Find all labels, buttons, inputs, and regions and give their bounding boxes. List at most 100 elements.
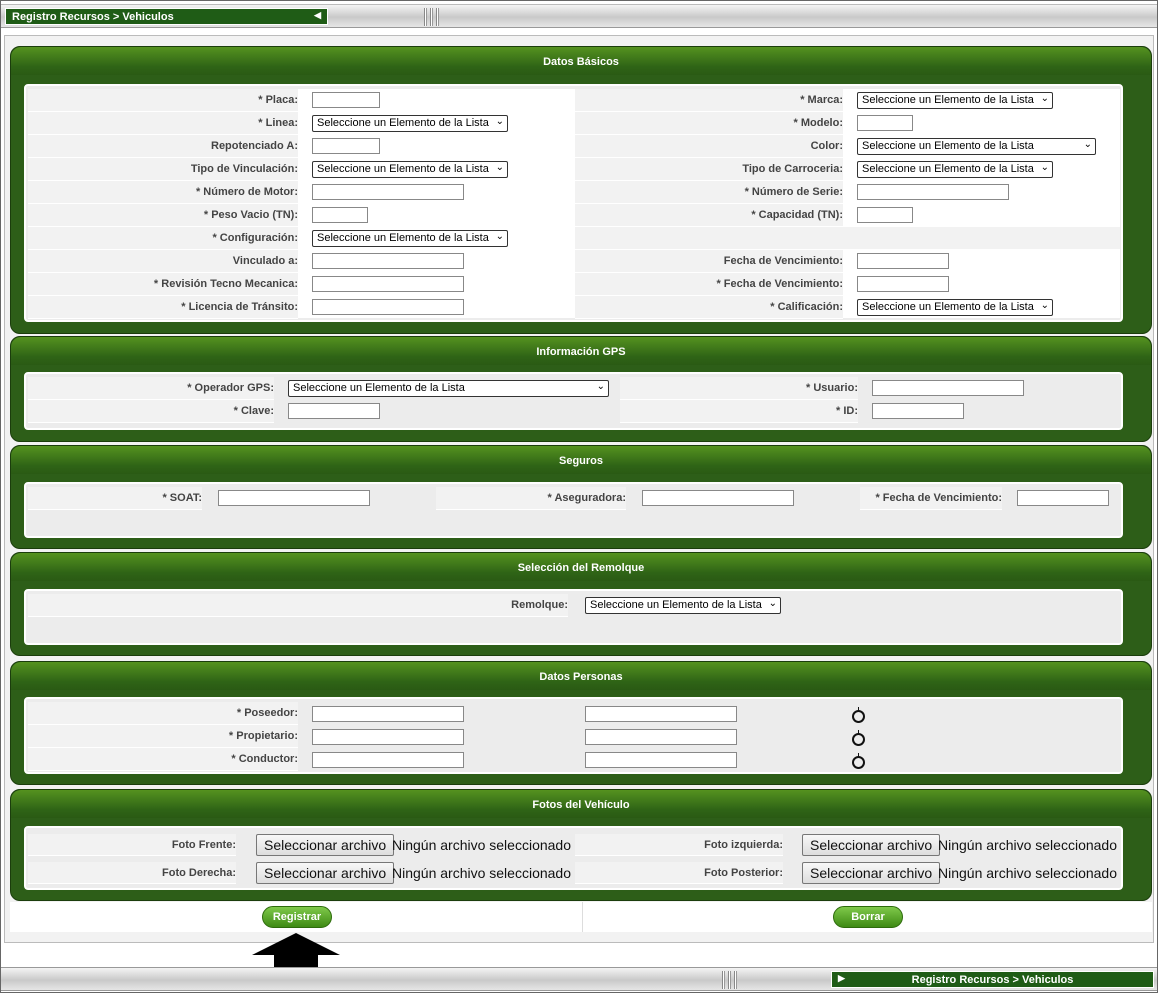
calificacion-select[interactable]: Seleccione un Elemento de la Lista ⌄ [857,299,1053,316]
conductor-nombre-input[interactable] [585,752,737,768]
chevron-down-icon: ⌄ [1040,93,1049,104]
label-poseedor: * Poseedor: [28,702,298,725]
marca-select[interactable]: Seleccione un Elemento de la Lista ⌄ [857,92,1053,109]
label-vinculado: Vinculado a: [28,250,298,273]
linea-select[interactable]: Seleccione un Elemento de la Lista ⌄ [312,115,508,132]
label-numero-serie: * Número de Serie: [575,181,843,204]
crosshair-icon[interactable] [852,707,865,723]
empty-cell [575,227,1120,250]
label-foto-izquierda: Foto izquierda: [575,834,783,856]
panel-title: Datos Personas [11,662,1151,690]
label-placa: * Placa: [28,89,298,112]
foto-frente-button[interactable]: Seleccionar archivo [256,834,395,856]
usuario-input[interactable] [872,380,1024,396]
foto-izquierda-status: Ningún archivo seleccionado [938,837,1117,853]
label-calificacion: * Calificación: [575,296,843,319]
arrow-left-icon: ◀ [314,10,321,20]
repotenciado-input[interactable] [312,138,380,154]
label-clave: * Clave: [28,400,274,423]
fecha-vencimiento-seguro-input[interactable] [1017,490,1109,506]
label-color: Color: [575,135,843,158]
numero-motor-input[interactable] [312,184,464,200]
revision-tecno-input[interactable] [312,276,464,292]
top-bar: Registro Recursos > Vehiculos ◀ [1,4,1157,28]
placa-input[interactable] [312,92,380,108]
grip-handle-icon[interactable] [709,968,749,992]
breadcrumb-tab-bottom[interactable]: ▶ Registro Recursos > Vehiculos [831,971,1154,988]
label-aseguradora: * Aseguradora: [436,487,626,510]
propietario-id-input[interactable] [312,729,464,745]
aseguradora-input[interactable] [642,490,794,506]
label-id: * ID: [620,400,858,423]
propietario-nombre-input[interactable] [585,729,737,745]
breadcrumb-tab[interactable]: Registro Recursos > Vehiculos ◀ [5,8,328,25]
tipo-vinculacion-select[interactable]: Seleccione un Elemento de la Lista ⌄ [312,161,508,178]
grip-handle-icon[interactable] [411,5,451,29]
crosshair-icon[interactable] [852,730,865,746]
fotos-grid: Foto Frente: Seleccionar archivo Ningún … [24,826,1123,890]
registrar-button[interactable]: Registrar [262,906,332,928]
chevron-down-icon: ⌄ [495,162,504,173]
peso-vacio-input[interactable] [312,207,368,223]
chevron-down-icon: ⌄ [1040,300,1049,311]
label-soat: * SOAT: [28,487,202,510]
conductor-id-input[interactable] [312,752,464,768]
panel-title: Información GPS [11,337,1151,365]
label-operador-gps: * Operador GPS: [28,377,274,400]
vinculado-input[interactable] [312,253,464,269]
label-fecha-vencimiento: Fecha de Vencimiento: [575,250,843,273]
label-foto-posterior: Foto Posterior: [575,862,783,884]
foto-derecha-button[interactable]: Seleccionar archivo [256,862,395,884]
modelo-input[interactable] [857,115,913,131]
label-numero-motor: * Número de Motor: [28,181,298,204]
configuracion-select[interactable]: Seleccione un Elemento de la Lista ⌄ [312,230,508,247]
label-tipo-vinculacion: Tipo de Vinculación: [28,158,298,181]
label-tipo-carroceria: Tipo de Carroceria: [575,158,843,181]
label-modelo: * Modelo: [575,112,843,135]
seguros-grid: * SOAT: * Aseguradora: * Fecha de Vencim… [24,482,1123,538]
borrar-button[interactable]: Borrar [833,906,903,928]
fecha-vencimiento-rtm-input[interactable] [857,276,949,292]
panel-title: Seguros [11,446,1151,474]
panel-title: Datos Básicos [11,47,1151,75]
foto-derecha-status: Ningún archivo seleccionado [392,865,571,881]
label-fecha-vencimiento-rtm: * Fecha de Vencimiento: [575,273,843,296]
clave-input[interactable] [288,403,380,419]
chevron-down-icon: ⌄ [1083,139,1092,150]
crosshair-icon[interactable] [852,753,865,769]
chevron-down-icon: ⌄ [596,381,605,392]
soat-input[interactable] [218,490,370,506]
operador-gps-select[interactable]: Seleccione un Elemento de la Lista ⌄ [288,380,609,397]
numero-serie-input[interactable] [857,184,1009,200]
chevron-down-icon: ⌄ [495,231,504,242]
chevron-down-icon: ⌄ [495,116,504,127]
tipo-carroceria-select[interactable]: Seleccione un Elemento de la Lista ⌄ [857,161,1053,178]
label-remolque: Remolque: [28,594,568,617]
remolque-select[interactable]: Seleccione un Elemento de la Lista ⌄ [585,597,781,614]
label-conductor: * Conductor: [28,748,298,771]
color-select[interactable]: Seleccione un Elemento de la Lista ⌄ [857,138,1096,155]
gps-grid: * Operador GPS: Seleccione un Elemento d… [24,372,1123,430]
label-repotenciado: Repotenciado A: [28,135,298,158]
datos-basicos-grid: * Placa: * Marca: Seleccione un Elemento… [24,84,1123,322]
arrow-right-icon: ▶ [838,973,845,983]
label-propietario: * Propietario: [28,725,298,748]
id-input[interactable] [872,403,964,419]
personas-grid: * Poseedor: * Propietario: * Conductor: [24,697,1123,774]
chevron-down-icon: ⌄ [768,598,777,609]
breadcrumb-title: Registro Recursos > Vehiculos [12,11,174,23]
label-capacidad: * Capacidad (TN): [575,204,843,227]
foto-posterior-button[interactable]: Seleccionar archivo [802,862,941,884]
breadcrumb-title: Registro Recursos > Vehiculos [911,974,1074,986]
fecha-vencimiento-input[interactable] [857,253,949,269]
foto-posterior-status: Ningún archivo seleccionado [938,865,1117,881]
poseedor-id-input[interactable] [312,706,464,722]
licencia-transito-input[interactable] [312,299,464,315]
poseedor-nombre-input[interactable] [585,706,737,722]
foto-izquierda-button[interactable]: Seleccionar archivo [802,834,941,856]
capacidad-input[interactable] [857,207,913,223]
foto-frente-status: Ningún archivo seleccionado [392,837,571,853]
label-foto-frente: Foto Frente: [28,834,236,856]
remolque-grid: Remolque: Seleccione un Elemento de la L… [24,589,1123,645]
panel-title: Fotos del Vehículo [11,790,1151,818]
